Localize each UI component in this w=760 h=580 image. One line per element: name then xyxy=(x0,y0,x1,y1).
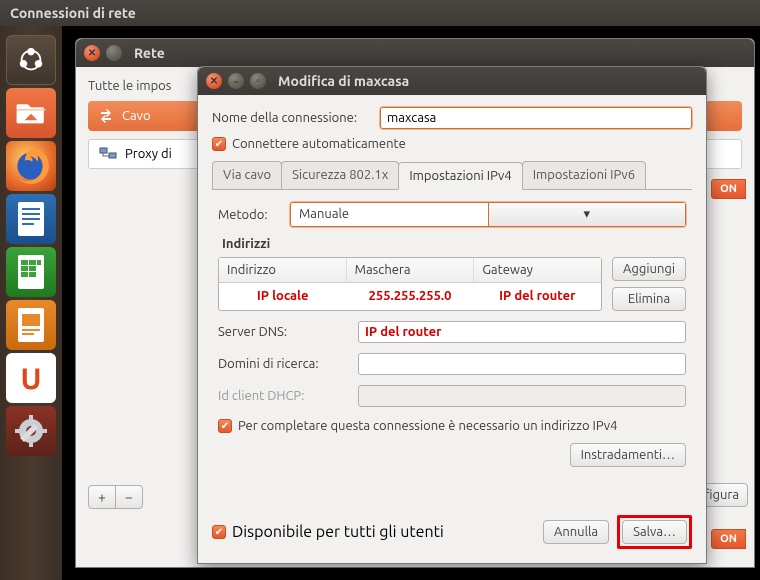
dhcp-client-label: Id client DHCP: xyxy=(218,389,350,403)
dialog-header: ✕ − ▫ Modifica di maxcasa xyxy=(198,67,706,95)
search-domains-label: Domini di ricerca: xyxy=(218,357,350,371)
dns-input[interactable]: IP del router xyxy=(358,321,686,343)
maximize-icon[interactable]: ▫ xyxy=(250,73,266,89)
cancel-button[interactable]: Annulla xyxy=(543,520,609,544)
col-gateway: Gateway xyxy=(474,258,601,282)
ubuntu-one-icon[interactable]: U xyxy=(6,353,56,403)
unity-launcher: U xyxy=(0,26,62,580)
connection-name-label: Nome della connessione: xyxy=(212,111,370,125)
close-icon[interactable]: ✕ xyxy=(206,73,222,89)
delete-address-button[interactable]: Elimina xyxy=(612,287,686,311)
require-ipv4-checkbox[interactable]: ✔ xyxy=(218,419,232,433)
on-toggle-top[interactable]: ON xyxy=(711,179,746,199)
routes-button[interactable]: Instradamenti… xyxy=(570,443,686,467)
dhcp-client-input xyxy=(358,385,686,407)
cell-mask: 255.255.255.0 xyxy=(346,283,473,309)
cell-address: IP locale xyxy=(219,283,346,309)
network-window-header: ✕ Rete xyxy=(76,39,754,67)
tab-ipv4-content: Metodo: Manuale ▾ Indirizzi Indirizzo Ma… xyxy=(212,190,692,473)
method-value: Manuale xyxy=(291,203,488,226)
table-row[interactable]: IP locale 255.255.255.0 IP del router xyxy=(219,283,601,309)
settings-icon[interactable] xyxy=(6,406,56,456)
app-titlebar: Connessioni di rete xyxy=(0,0,760,26)
auto-connect-label: Connettere automaticamente xyxy=(232,137,406,151)
proxy-label: Proxy di xyxy=(125,147,172,161)
available-all-label: Disponibile per tutti gli utenti xyxy=(232,523,444,541)
col-address: Indirizzo xyxy=(219,258,347,282)
impress-icon[interactable] xyxy=(6,300,56,350)
add-remove-group: + − xyxy=(88,485,143,509)
dash-icon[interactable] xyxy=(6,35,56,85)
addresses-table[interactable]: Indirizzo Maschera Gateway IP locale 255… xyxy=(218,257,602,311)
add-button[interactable]: + xyxy=(88,485,116,509)
minimize-icon[interactable] xyxy=(106,45,122,61)
dns-label: Server DNS: xyxy=(218,325,350,339)
require-ipv4-label: Per completare questa connessione è nece… xyxy=(238,419,617,433)
method-select[interactable]: Manuale ▾ xyxy=(290,202,686,227)
proxy-icon xyxy=(99,146,117,162)
add-address-button[interactable]: Aggiungi xyxy=(612,257,686,281)
tab-security[interactable]: Sicurezza 802.1x xyxy=(281,161,399,189)
addresses-title: Indirizzi xyxy=(222,237,686,251)
cell-gateway: IP del router xyxy=(474,283,601,309)
network-window-title: Rete xyxy=(134,45,165,61)
firefox-icon[interactable] xyxy=(6,141,56,191)
save-button[interactable]: Salva… xyxy=(622,520,687,544)
search-domains-input[interactable] xyxy=(358,353,686,375)
connection-name-input[interactable] xyxy=(380,107,692,129)
writer-icon[interactable] xyxy=(6,194,56,244)
auto-connect-checkbox[interactable]: ✔ xyxy=(212,137,226,151)
minimize-icon[interactable]: − xyxy=(228,73,244,89)
edit-connection-dialog: ✕ − ▫ Modifica di maxcasa Nome della con… xyxy=(197,66,707,564)
method-label: Metodo: xyxy=(218,208,280,222)
wired-label: Cavo xyxy=(122,109,151,123)
remove-button[interactable]: − xyxy=(115,485,143,509)
available-all-checkbox[interactable]: ✔ xyxy=(212,525,226,539)
on-toggle-bottom[interactable]: ON xyxy=(711,529,746,549)
dialog-footer: ✔ Disponibile per tutti gli utenti Annul… xyxy=(198,505,706,563)
tab-ipv4[interactable]: Impostazioni IPv4 xyxy=(398,162,522,190)
chevron-down-icon: ▾ xyxy=(488,203,686,226)
arrows-icon xyxy=(98,108,114,124)
col-mask: Maschera xyxy=(347,258,475,282)
files-icon[interactable] xyxy=(6,88,56,138)
dialog-title: Modifica di maxcasa xyxy=(278,73,409,89)
close-icon[interactable]: ✕ xyxy=(84,45,100,61)
tab-ipv6[interactable]: Impostazioni IPv6 xyxy=(522,161,646,189)
tabs: Via cavo Sicurezza 802.1x Impostazioni I… xyxy=(212,161,692,190)
tab-wired[interactable]: Via cavo xyxy=(212,161,282,189)
calc-icon[interactable] xyxy=(6,247,56,297)
